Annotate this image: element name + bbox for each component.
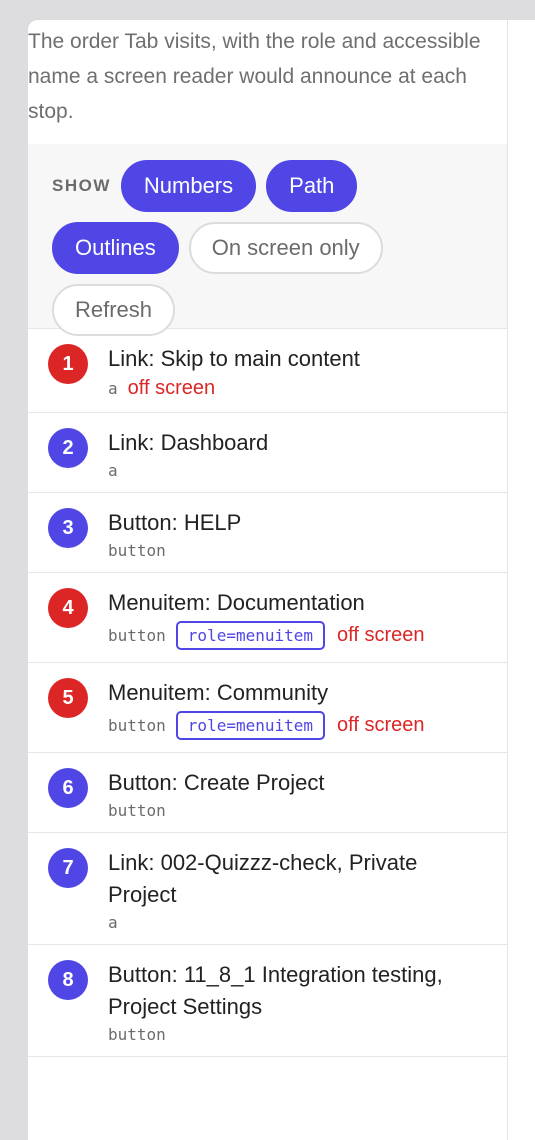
accessible-name: Link: Skip to main content [108, 346, 360, 371]
off-screen-status: off screen [337, 624, 425, 646]
tab-stop-meta: a off screen [108, 377, 487, 400]
element-tag: a [108, 379, 118, 398]
tab-stop-item[interactable]: 3 Button: HELP button [28, 493, 507, 573]
tab-stop-info: Link: Dashboard a [108, 427, 487, 480]
tab-stop-meta: button role=menuitem off screen [108, 711, 487, 740]
tab-stop-item[interactable]: 7 Link: 002-Quizzz-check, Private Project… [28, 833, 507, 945]
refresh-button[interactable]: Refresh [52, 284, 176, 336]
tab-order-number-badge: 3 [48, 508, 88, 548]
tab-stop-info: Link: Skip to main content a off screen [108, 343, 487, 400]
panel-description: The order Tab visits, with the role and … [28, 30, 481, 123]
role-badge: role=menuitem [175, 621, 326, 650]
tab-stop-item[interactable]: 4 Menuitem: Documentation button role=menui… [28, 573, 507, 663]
tab-order-number-badge: 2 [48, 428, 88, 468]
tab-stop-item[interactable]: 1 Link: Skip to main content a off screen [28, 329, 507, 413]
element-tag: button [108, 716, 166, 735]
accessible-name: Link: 002-Quizzz-check, Private Project [108, 850, 418, 907]
tab-order-number-badge: 7 [48, 848, 88, 888]
on-screen-only-toggle[interactable]: On screen only [188, 222, 383, 274]
accessible-name: Button: HELP [108, 510, 242, 535]
tab-stop-meta: button [108, 1025, 487, 1044]
element-tag: button [108, 1025, 166, 1044]
tab-stop-meta: a [108, 913, 487, 932]
accessible-name: Button: 11_8_1 Integration testing, Proj… [108, 962, 443, 1019]
numbers-toggle[interactable]: Numbers [120, 160, 257, 212]
tab-order-panel: The order Tab visits, with the role and … [28, 20, 508, 1140]
tab-stop-item[interactable]: 8 Button: 11_8_1 Integration testing, Pro… [28, 945, 507, 1057]
tab-order-number-badge: 5 [48, 678, 88, 718]
accessible-name: Menuitem: Community [108, 680, 329, 705]
element-tag: button [108, 801, 166, 820]
off-screen-status: off screen [127, 377, 216, 399]
outlines-toggle[interactable]: Outlines [52, 222, 179, 274]
show-label: SHOW [52, 176, 111, 195]
element-tag: a [108, 913, 118, 932]
accessible-name: Button: Create Project [108, 770, 325, 795]
tab-order-number-badge: 4 [48, 588, 88, 628]
tab-stop-meta: button [108, 541, 487, 560]
role-badge: role=menuitem [175, 711, 326, 740]
element-tag: button [108, 626, 166, 645]
tab-stop-item[interactable]: 6 Button: Create Project button [28, 753, 507, 833]
tab-stop-info: Button: 11_8_1 Integration testing, Proj… [108, 959, 487, 1044]
tab-order-number-badge: 6 [48, 768, 88, 808]
tab-stop-item[interactable]: 2 Link: Dashboard a [28, 413, 507, 493]
element-tag: button [108, 541, 166, 560]
tab-order-number-badge: 1 [48, 344, 88, 384]
tab-order-number-badge: 8 [48, 960, 88, 1000]
accessible-name: Link: Dashboard [108, 430, 269, 455]
tab-stop-item[interactable]: 5 Menuitem: Community button role=menuitem o… [28, 663, 507, 753]
tab-stop-info: Link: 002-Quizzz-check, Private Project a [108, 847, 487, 932]
tab-stop-info: Menuitem: Documentation button role=menuit… [108, 587, 487, 650]
tab-stop-meta: button role=menuitem off screen [108, 621, 487, 650]
scroll-gutter [508, 20, 535, 1140]
show-controls: SHOW Numbers Path Outlines On screen onl… [28, 144, 507, 336]
tab-stop-info: Button: HELP button [108, 507, 487, 560]
tab-stop-meta: button [108, 801, 487, 820]
tab-stop-meta: a [108, 461, 487, 480]
tab-stop-info: Button: Create Project button [108, 767, 487, 820]
tab-stop-info: Menuitem: Community button role=menuitem of… [108, 677, 487, 740]
tab-stop-list: 1 Link: Skip to main content a off screen 2 L… [28, 329, 507, 1057]
element-tag: a [108, 461, 118, 480]
path-toggle[interactable]: Path [266, 160, 358, 212]
off-screen-status: off screen [337, 714, 425, 736]
accessible-name: Menuitem: Documentation [108, 590, 365, 615]
